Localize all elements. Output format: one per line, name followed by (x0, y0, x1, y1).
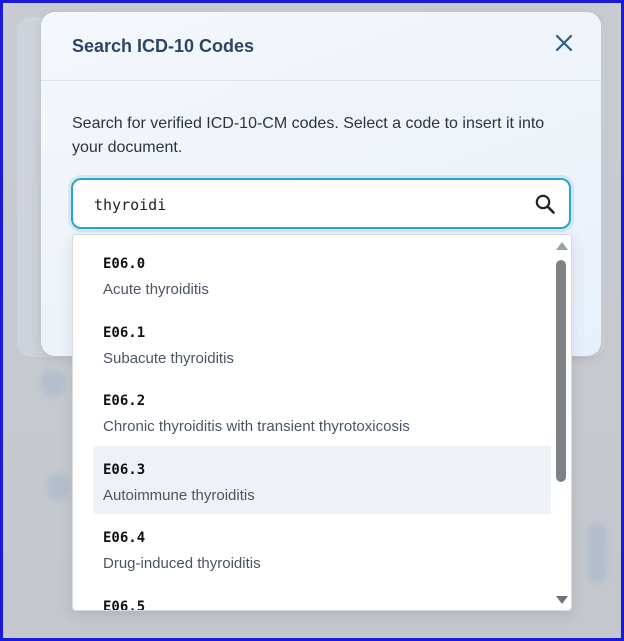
result-description: Chronic thyroiditis with transient thyro… (103, 418, 410, 435)
search-field[interactable] (71, 178, 571, 229)
scrollbar-thumb[interactable] (556, 260, 566, 482)
modal-header: Search ICD-10 Codes (41, 12, 601, 81)
search-icon[interactable] (534, 193, 556, 215)
result-description: Acute thyroiditis (103, 281, 209, 298)
result-code: E06.0 (103, 256, 146, 272)
result-code: E06.5 (103, 598, 146, 611)
result-code: E06.2 (103, 393, 146, 409)
result-item[interactable]: E06.4 Drug-induced thyroiditis (93, 514, 551, 582)
search-results-dropdown[interactable]: E06.0 Acute thyroiditis E06.1 Subacute thyr… (72, 234, 572, 611)
modal-title: Search ICD-10 Codes (72, 36, 255, 56)
close-button[interactable] (551, 30, 577, 56)
scroll-up-arrow-icon[interactable] (556, 242, 568, 250)
result-item[interactable]: E06.5 (93, 583, 551, 611)
modal-description: Search for verified ICD-10-CM codes. Sel… (72, 115, 545, 156)
scroll-down-arrow-icon[interactable] (556, 596, 568, 604)
background-blurred-element (587, 523, 607, 583)
background-blurred-element (47, 473, 69, 501)
search-input[interactable] (92, 192, 516, 218)
result-description: Drug-induced thyroiditis (103, 555, 261, 572)
result-code: E06.4 (103, 530, 146, 546)
result-description: Subacute thyroiditis (103, 349, 234, 367)
close-icon (555, 34, 573, 52)
result-code: E06.1 (103, 324, 146, 341)
background-blurred-element (41, 369, 65, 397)
result-description: Autoimmune thyroiditis (103, 486, 255, 504)
result-item[interactable]: E06.2 Chronic thyroiditis with transient … (93, 377, 551, 445)
result-item[interactable]: E06.1 Subacute thyroiditis (93, 309, 551, 377)
dropdown-scrollbar[interactable] (551, 235, 571, 610)
result-code: E06.3 (103, 461, 146, 478)
result-item[interactable]: E06.0 Acute thyroiditis (93, 240, 551, 308)
result-item[interactable]: E06.3 Autoimmune thyroiditis (93, 445, 551, 514)
